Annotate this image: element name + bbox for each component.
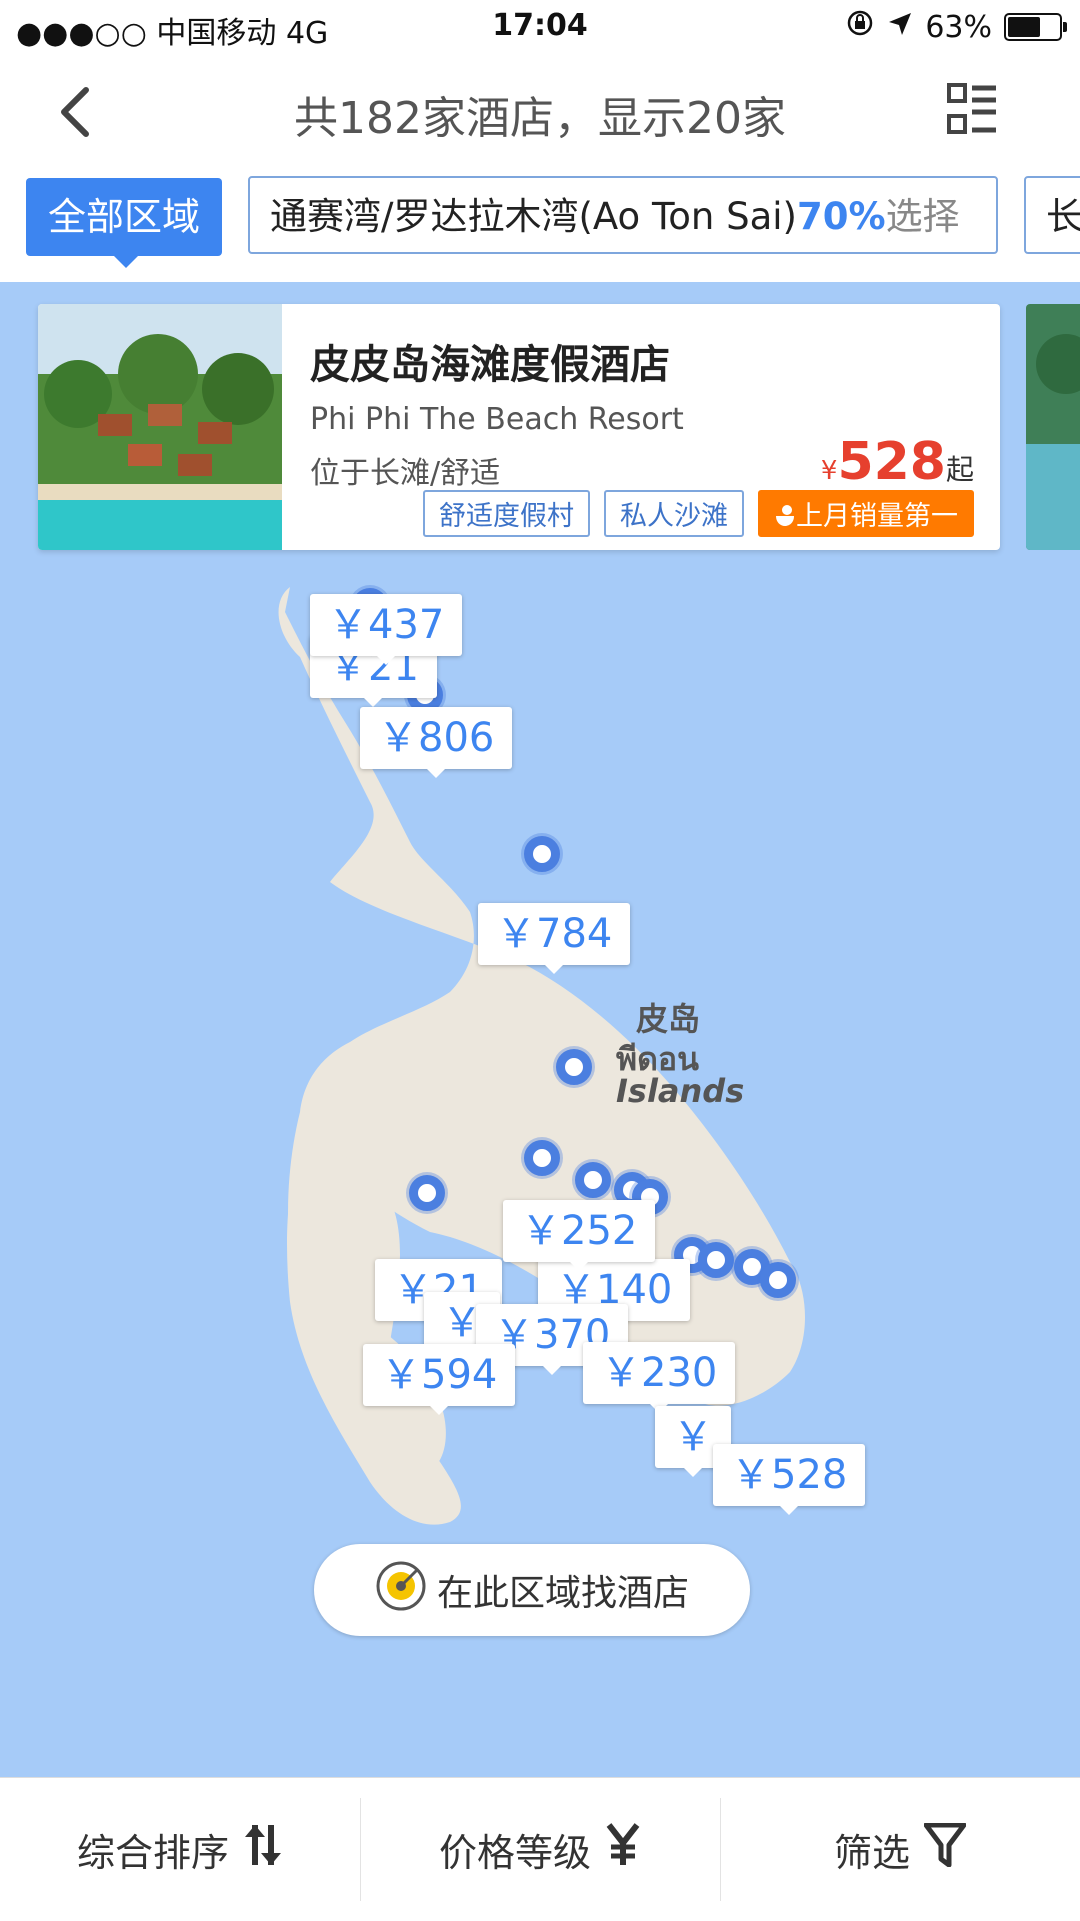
price-bubble[interactable]: ￥230 xyxy=(583,1342,736,1413)
price-bubble[interactable]: ￥784 xyxy=(478,903,631,974)
hotel-pin[interactable] xyxy=(524,836,560,872)
price-bubble[interactable]: ￥594 xyxy=(363,1344,516,1415)
page-title: 共182家酒店，显示20家 xyxy=(294,93,786,144)
radar-icon xyxy=(375,1560,427,1621)
price-value: 528 xyxy=(837,432,946,492)
location-arrow-icon xyxy=(887,10,913,45)
hotel-pin[interactable] xyxy=(524,1140,560,1176)
tag-top-seller: 上月销量第一 xyxy=(758,490,974,537)
hotel-card[interactable]: 皮皮岛海滩度假酒店 Phi Phi The Beach Resort 位于长滩/… xyxy=(38,304,1000,550)
map-label-en: Islands xyxy=(616,1072,745,1110)
battery-icon xyxy=(1004,13,1067,41)
hotel-photo xyxy=(38,304,282,550)
all-areas-tab[interactable]: 全部区域 xyxy=(26,178,222,268)
area-chip-select: 选择 xyxy=(885,195,960,238)
list-view-icon[interactable] xyxy=(946,82,998,136)
price-bubble[interactable]: ￥806 xyxy=(360,707,513,778)
price-level-button[interactable]: 价格等级 xyxy=(360,1778,720,1921)
filter-button[interactable]: 筛选 xyxy=(720,1778,1080,1921)
bottom-toolbar: 综合排序 价格等级 筛选 xyxy=(0,1777,1080,1921)
hot-tag-label: 上月销量第一 xyxy=(796,501,958,532)
price-bubble[interactable]: ￥252 xyxy=(503,1200,656,1271)
rotation-lock-icon xyxy=(845,8,875,46)
area-chip-ao-ton-sai[interactable]: 通赛湾/罗达拉木湾(Ao Ton Sai)70%选择 xyxy=(248,176,998,254)
battery-percent: 63% xyxy=(925,9,992,45)
status-bar: ●●●○○ 中国移动 4G 17:04 63% xyxy=(0,0,1080,54)
tag-resort: 舒适度假村 xyxy=(423,490,590,537)
price-currency: ¥ xyxy=(820,456,838,486)
area-filter-bar: 全部区域 通赛湾/罗达拉木湾(Ao Ton Sai)70%选择 长 xyxy=(0,164,1080,282)
sort-button[interactable]: 综合排序 xyxy=(0,1778,360,1921)
sort-label: 综合排序 xyxy=(76,1831,229,1875)
price-bubble[interactable]: ￥437 xyxy=(310,594,463,665)
hotel-pin[interactable] xyxy=(556,1049,592,1085)
area-chip-next[interactable]: 长 xyxy=(1024,176,1080,254)
price-level-label: 价格等级 xyxy=(438,1831,591,1875)
hotel-pin[interactable] xyxy=(575,1162,611,1198)
hotel-pin[interactable] xyxy=(698,1242,734,1278)
area-chip-percent: 70% xyxy=(797,195,886,238)
hotel-pin[interactable] xyxy=(409,1175,445,1211)
hotel-tags: 舒适度假村 私人沙滩 上月销量第一 xyxy=(423,490,974,537)
hotel-name-cn: 皮皮岛海滩度假酒店 xyxy=(310,342,670,388)
hotel-pin[interactable] xyxy=(760,1262,796,1298)
nav-bar: 共182家酒店，显示20家 xyxy=(0,54,1080,164)
filter-label: 筛选 xyxy=(833,1831,910,1875)
hotel-name-en: Phi Phi The Beach Resort xyxy=(310,402,684,437)
sort-arrows-icon xyxy=(243,1823,283,1876)
duck-icon xyxy=(776,505,794,526)
area-chip-label: 通赛湾/罗达拉木湾(Ao Ton Sai) xyxy=(270,195,797,238)
search-this-area-label: 在此区域找酒店 xyxy=(436,1573,689,1614)
funnel-icon xyxy=(923,1822,967,1876)
price-bubble[interactable]: ￥528 xyxy=(713,1444,866,1515)
hotel-location: 位于长滩/舒适 xyxy=(310,456,501,491)
map-view[interactable]: 皮岛 พีดอน Islands ￥21 ￥437 ￥806 ￥784 ￥21 … xyxy=(0,282,1080,1777)
tag-private-beach: 私人沙滩 xyxy=(604,490,744,537)
price-suffix: 起 xyxy=(945,453,974,486)
search-this-area-button[interactable]: 在此区域找酒店 xyxy=(314,1544,750,1636)
yen-icon xyxy=(605,1823,641,1876)
hotel-price: ¥528起 xyxy=(821,432,974,492)
next-hotel-card[interactable] xyxy=(1026,304,1080,550)
status-right: 63% xyxy=(845,8,1067,46)
